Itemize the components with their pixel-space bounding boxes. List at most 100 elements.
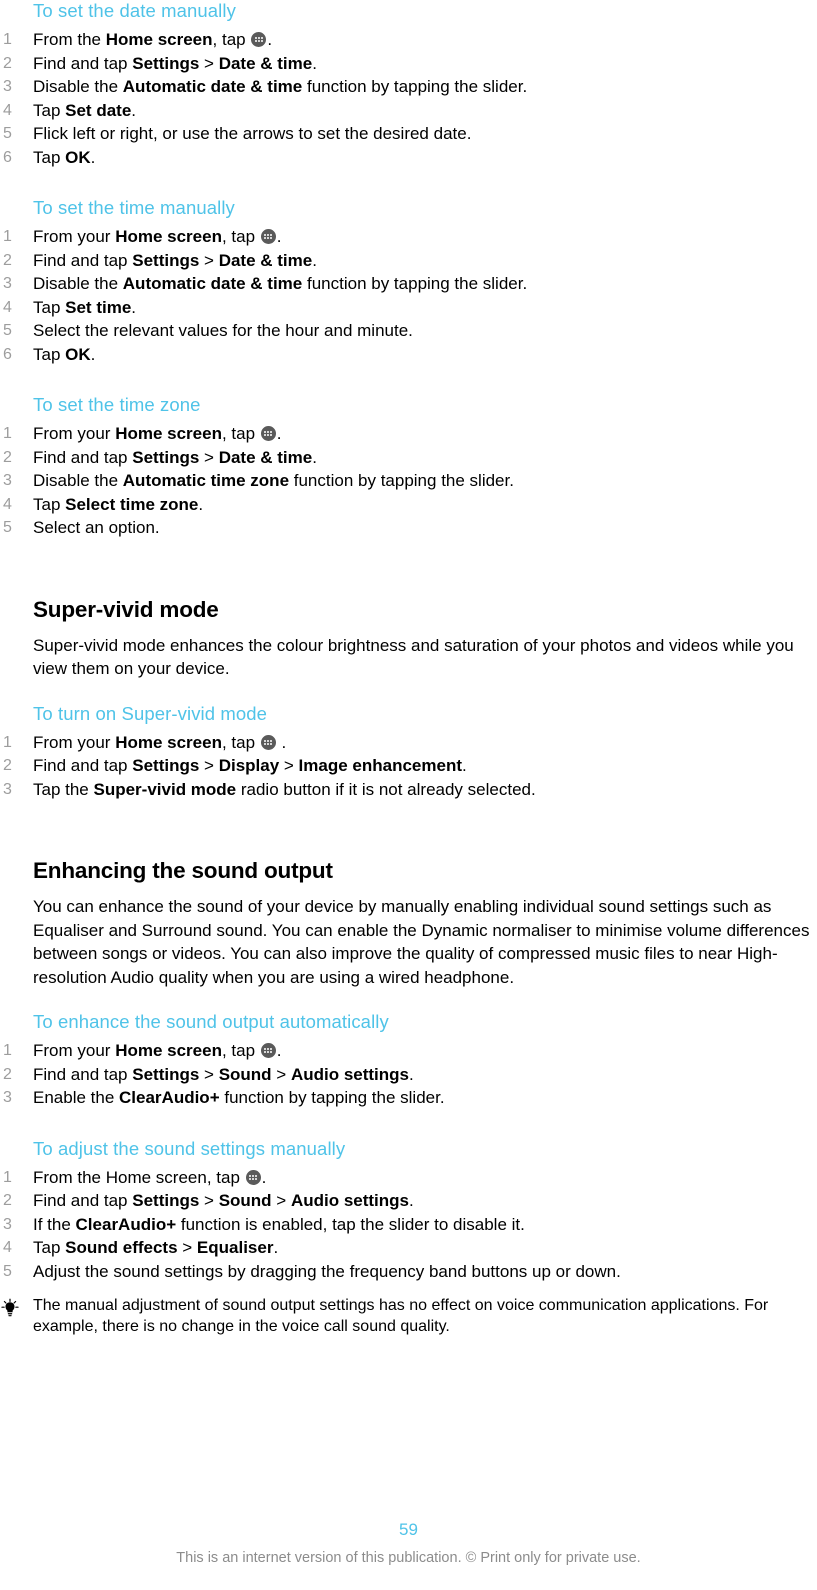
step-bold: Settings xyxy=(132,447,200,467)
step-text: . xyxy=(276,732,287,752)
step-item: Select an option. xyxy=(0,516,817,540)
app-drawer-icon xyxy=(251,32,267,47)
step-bold: OK xyxy=(65,147,91,167)
step-text: From your xyxy=(33,732,116,752)
app-drawer-icon xyxy=(260,1043,276,1058)
step-bold: Select time zone xyxy=(65,494,199,514)
step-separator: > xyxy=(177,1238,197,1257)
procedure-heading: To adjust the sound settings manually xyxy=(33,1137,346,1159)
step-bold: Settings xyxy=(132,53,200,73)
step-item: Tap OK. xyxy=(0,146,817,170)
step-bold: Display xyxy=(218,756,280,775)
procedure-heading: To set the time manually xyxy=(33,197,235,218)
section-body: Super-vivid mode enhances the colour bri… xyxy=(33,635,794,679)
step-text: . xyxy=(276,1041,282,1060)
step-list: From your Home screen, tap . Find and ta… xyxy=(0,731,817,802)
step-text: From your xyxy=(33,424,116,443)
procedure-heading: To set the date manually xyxy=(33,0,236,21)
step-item: Find and tap Settings > Date & time. xyxy=(0,446,817,470)
step-text: Select the relevant values for the hour … xyxy=(33,321,413,340)
step-bold: Date & time xyxy=(218,250,313,270)
procedure-heading: To enhance the sound output automaticall… xyxy=(33,1011,389,1032)
step-item: From your Home screen, tap . xyxy=(0,1039,817,1063)
procedure-heading: To set the time zone xyxy=(33,394,201,415)
step-text: Tap xyxy=(33,297,66,317)
step-text: Find and tap xyxy=(33,1191,133,1210)
step-bold: Automatic date & time xyxy=(122,274,303,293)
step-bold: Sound effects xyxy=(65,1238,178,1257)
step-bold: Home screen xyxy=(115,732,222,752)
step-bold: Set time xyxy=(65,297,132,317)
step-text: Find and tap xyxy=(33,756,133,775)
step-item: From your Home screen, tap . xyxy=(0,422,817,446)
step-text: . xyxy=(409,1191,414,1210)
step-item: From the Home screen, tap . xyxy=(0,28,817,52)
step-item: Disable the Automatic date & time functi… xyxy=(0,272,817,296)
step-text: Tap xyxy=(33,1238,66,1257)
step-text: Tap xyxy=(33,344,66,364)
step-bold: Settings xyxy=(132,1191,200,1210)
step-text: , tap xyxy=(221,424,260,443)
step-bold: Super-vivid mode xyxy=(93,779,237,799)
manual-page: To set the date manually From the Home s… xyxy=(0,0,817,1590)
step-text: , tap xyxy=(221,1041,260,1060)
step-text: From the Home screen, tap xyxy=(33,1167,245,1187)
step-bold: Sound xyxy=(218,1191,272,1210)
step-bold: ClearAudio+ xyxy=(75,1214,177,1234)
step-text: . xyxy=(276,424,282,443)
app-drawer-icon xyxy=(260,229,276,244)
step-bold: Audio settings xyxy=(290,1191,410,1210)
step-text: , tap xyxy=(221,227,260,246)
step-text: . xyxy=(276,227,282,246)
step-text: Select an option. xyxy=(33,518,160,537)
step-list: From the Home screen, tap . Find and tap… xyxy=(0,28,817,169)
step-separator: > xyxy=(271,1191,291,1210)
step-text: function by tapping the slider. xyxy=(289,471,514,490)
step-bold: Home screen xyxy=(115,1041,222,1060)
step-text: . xyxy=(90,147,96,167)
step-text: Disable the xyxy=(33,471,123,490)
step-bold: Home screen xyxy=(105,30,213,49)
step-item: From your Home screen, tap . xyxy=(0,225,817,249)
app-drawer-icon xyxy=(245,1169,261,1185)
tip-callout: The manual adjustment of sound output se… xyxy=(0,1295,812,1337)
step-text: Find and tap xyxy=(33,250,133,270)
step-text: , tap xyxy=(212,30,251,49)
step-text: Find and tap xyxy=(33,53,133,73)
step-bold: Sound xyxy=(218,1064,272,1084)
step-text: Tap xyxy=(33,147,66,167)
step-item: Tap OK. xyxy=(0,343,817,367)
step-text: Tap xyxy=(33,494,66,514)
step-bold: Home screen xyxy=(115,227,222,246)
section-super-vivid: Super-vivid mode Super-vivid mode enhanc… xyxy=(0,596,817,681)
section-body: You can enhance the sound of your device… xyxy=(33,897,810,987)
step-text: Disable the xyxy=(33,274,123,293)
step-list: From your Home screen, tap . Find and ta… xyxy=(0,1039,817,1110)
step-text: From your xyxy=(33,1041,116,1060)
step-text: Adjust the sound settings by dragging th… xyxy=(33,1261,621,1281)
step-item: Flick left or right, or use the arrows t… xyxy=(0,122,817,146)
step-text: Disable the xyxy=(33,77,123,96)
step-text: . xyxy=(273,1238,279,1257)
step-item: From the Home screen, tap . xyxy=(0,1166,817,1190)
step-text: . xyxy=(409,1064,414,1084)
step-bold: Set date xyxy=(65,100,132,120)
step-text: Enable the xyxy=(33,1088,120,1107)
step-bold: Settings xyxy=(132,250,200,270)
step-bold: ClearAudio+ xyxy=(119,1088,220,1107)
step-list: From the Home screen, tap . Find and tap… xyxy=(0,1166,817,1284)
procedure-turn-on-super-vivid: To turn on Super-vivid mode From your Ho… xyxy=(0,703,817,802)
step-item: Tap Sound effects > Equaliser. xyxy=(0,1236,817,1260)
footer-note: This is an internet version of this publ… xyxy=(176,1550,641,1566)
step-text: . xyxy=(462,756,467,775)
step-item: Find and tap Settings > Sound > Audio se… xyxy=(0,1189,817,1213)
step-item: Enable the ClearAudio+ function by tappi… xyxy=(0,1086,817,1110)
step-text: . xyxy=(312,250,317,270)
step-separator: > xyxy=(199,250,219,270)
step-item: Tap Set date. xyxy=(0,99,817,123)
